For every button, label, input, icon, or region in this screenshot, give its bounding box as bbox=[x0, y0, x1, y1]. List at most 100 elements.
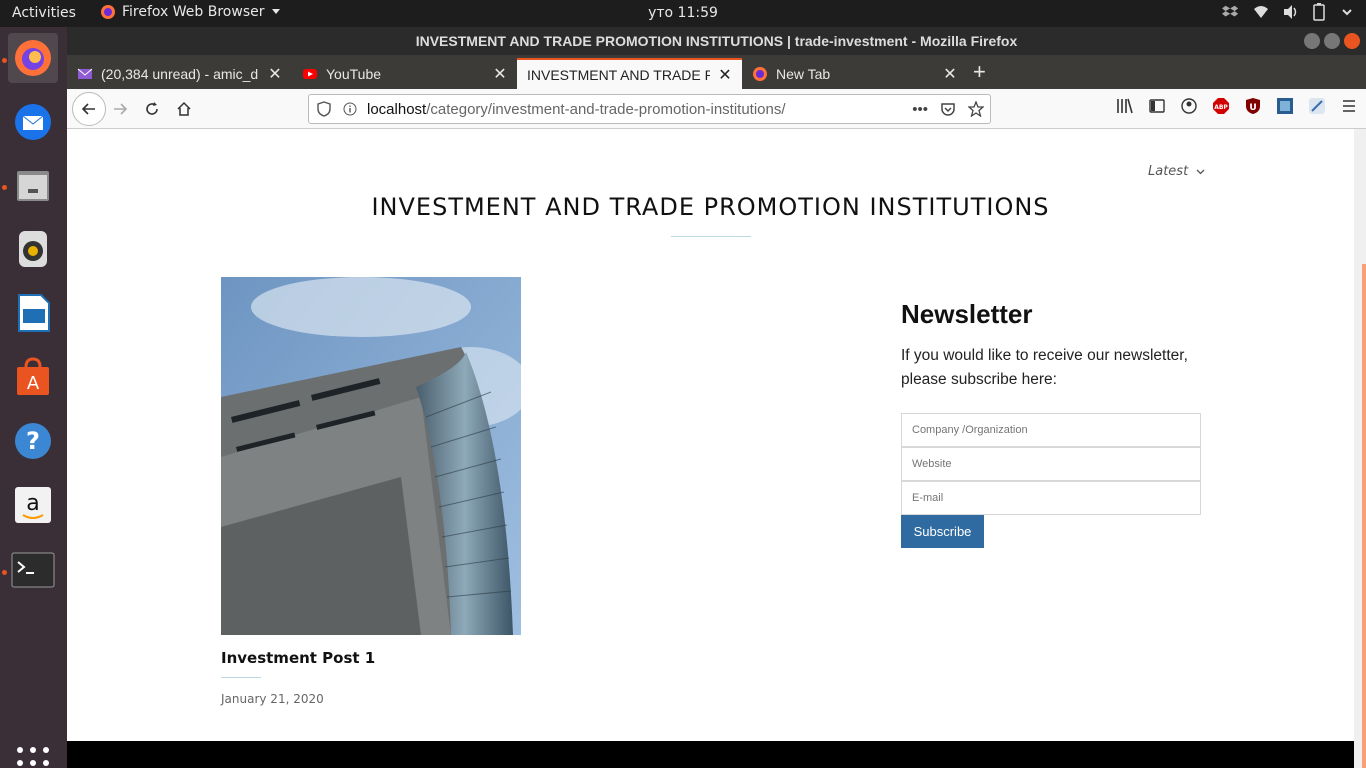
email-field[interactable] bbox=[901, 481, 1201, 515]
dock-amazon[interactable]: a bbox=[8, 480, 58, 530]
info-icon[interactable] bbox=[343, 102, 357, 116]
running-indicator bbox=[2, 58, 7, 63]
post-date: January 21, 2020 bbox=[221, 692, 324, 706]
subscribe-button[interactable]: Subscribe bbox=[901, 515, 984, 548]
svg-text:A: A bbox=[27, 373, 40, 394]
home-icon bbox=[177, 101, 191, 116]
shield-icon[interactable] bbox=[317, 101, 331, 117]
page-actions-icon[interactable]: ••• bbox=[912, 101, 928, 118]
dock-thunderbird[interactable] bbox=[8, 97, 58, 147]
tab-label: INVESTMENT AND TRADE P bbox=[527, 66, 710, 83]
url-path: /category/investment-and-trade-promotion… bbox=[426, 100, 786, 118]
toolbar-right: ABP U bbox=[1116, 97, 1358, 115]
sidebar-icon[interactable] bbox=[1148, 97, 1166, 115]
library-icon[interactable] bbox=[1116, 97, 1134, 115]
tab-mail[interactable]: (20,384 unread) - amic_d ✕ bbox=[67, 58, 292, 89]
url-host: localhost bbox=[367, 100, 427, 118]
dock: A ? a bbox=[0, 27, 67, 779]
svg-text:ABP: ABP bbox=[1214, 104, 1228, 111]
forward-button[interactable] bbox=[106, 95, 134, 123]
chevron-down-icon bbox=[1196, 169, 1205, 175]
extension-icon[interactable] bbox=[1276, 97, 1294, 115]
close-window-button[interactable] bbox=[1344, 33, 1360, 49]
window-title-bar: INVESTMENT AND TRADE PROMOTION INSTITUTI… bbox=[67, 27, 1366, 55]
power-menu-icon[interactable] bbox=[1338, 3, 1356, 21]
back-button[interactable] bbox=[72, 92, 106, 126]
rhythmbox-icon bbox=[19, 231, 47, 267]
tab-investment[interactable]: INVESTMENT AND TRADE P ✕ bbox=[517, 58, 742, 89]
account-icon[interactable] bbox=[1180, 97, 1198, 115]
running-indicator bbox=[2, 570, 7, 575]
firefox-icon bbox=[753, 66, 767, 81]
dock-help[interactable]: ? bbox=[8, 416, 58, 466]
new-tab-button[interactable]: + bbox=[973, 61, 986, 83]
dock-software[interactable]: A bbox=[8, 352, 58, 402]
volume-icon[interactable] bbox=[1282, 3, 1300, 21]
reload-button[interactable] bbox=[138, 95, 166, 123]
url-bar[interactable]: localhost/category/investment-and-trade-… bbox=[308, 94, 991, 124]
maximize-button[interactable] bbox=[1324, 33, 1340, 49]
menu-icon[interactable] bbox=[1340, 97, 1358, 115]
arrow-right-icon bbox=[114, 103, 128, 115]
pocket-icon[interactable] bbox=[940, 101, 956, 117]
amazon-icon: a bbox=[15, 487, 51, 523]
close-tab-icon[interactable]: ✕ bbox=[493, 64, 507, 84]
dock-files[interactable] bbox=[8, 160, 58, 210]
show-applications-button[interactable] bbox=[17, 747, 49, 779]
page-footer bbox=[67, 741, 1354, 768]
svg-text:a: a bbox=[26, 491, 39, 516]
post-title-link[interactable]: Investment Post 1 bbox=[221, 649, 375, 667]
libreoffice-writer-icon bbox=[18, 294, 50, 332]
tab-bar: (20,384 unread) - amic_d ✕ YouTube ✕ INV… bbox=[67, 55, 1366, 89]
minimize-button[interactable] bbox=[1304, 33, 1320, 49]
help-icon: ? bbox=[15, 423, 51, 459]
extension-icon[interactable] bbox=[1308, 97, 1326, 115]
tab-label: YouTube bbox=[326, 65, 382, 82]
tab-youtube[interactable]: YouTube ✕ bbox=[292, 58, 517, 89]
post-divider bbox=[221, 677, 261, 678]
dock-terminal[interactable] bbox=[8, 545, 58, 595]
navigation-toolbar: localhost/category/investment-and-trade-… bbox=[67, 89, 1366, 129]
svg-text:?: ? bbox=[26, 427, 40, 455]
clock[interactable]: уто 11:59 bbox=[0, 5, 1366, 21]
sort-dropdown[interactable]: Latest bbox=[1148, 164, 1205, 179]
post-thumbnail[interactable] bbox=[221, 277, 521, 635]
terminal-icon bbox=[11, 552, 55, 588]
close-tab-icon[interactable]: ✕ bbox=[718, 65, 732, 85]
dock-firefox[interactable] bbox=[8, 33, 58, 83]
svg-text:U: U bbox=[1249, 103, 1256, 113]
newsletter-title: Newsletter bbox=[901, 299, 1033, 329]
thunderbird-icon bbox=[15, 104, 51, 140]
website-field[interactable] bbox=[901, 447, 1201, 481]
tab-newtab[interactable]: New Tab ✕ bbox=[742, 58, 967, 89]
close-tab-icon[interactable]: ✕ bbox=[268, 64, 282, 84]
ublock-icon[interactable]: U bbox=[1244, 97, 1262, 115]
dock-writer[interactable] bbox=[8, 288, 58, 338]
system-tray[interactable] bbox=[1222, 3, 1356, 21]
dock-rhythmbox[interactable] bbox=[8, 224, 58, 274]
title-divider bbox=[671, 236, 751, 237]
page-scrollbar[interactable] bbox=[1354, 129, 1366, 768]
scrollbar-thumb[interactable] bbox=[1362, 264, 1366, 768]
running-indicator bbox=[2, 185, 7, 190]
wifi-icon[interactable] bbox=[1252, 3, 1270, 21]
sort-label: Latest bbox=[1148, 164, 1189, 179]
close-tab-icon[interactable]: ✕ bbox=[943, 64, 957, 84]
tab-label: New Tab bbox=[776, 65, 831, 82]
mail-icon bbox=[77, 68, 93, 79]
page-content: Latest INVESTMENT AND TRADE PROMOTION IN… bbox=[67, 129, 1354, 741]
home-button[interactable] bbox=[170, 95, 198, 123]
system-top-bar: Activities Firefox Web Browser уто 11:59 bbox=[0, 0, 1366, 27]
adblock-plus-icon[interactable]: ABP bbox=[1212, 97, 1230, 115]
company-field[interactable] bbox=[901, 413, 1201, 447]
youtube-icon bbox=[303, 68, 317, 79]
dropbox-icon[interactable] bbox=[1222, 3, 1240, 21]
page-title: INVESTMENT AND TRADE PROMOTION INSTITUTI… bbox=[371, 193, 1050, 221]
bookmark-star-icon[interactable] bbox=[968, 101, 984, 117]
reload-icon bbox=[146, 102, 158, 115]
newsletter-description: If you would like to receive our newslet… bbox=[901, 347, 1188, 388]
files-icon bbox=[17, 171, 49, 201]
arrow-left-icon bbox=[81, 103, 95, 115]
battery-icon[interactable] bbox=[1312, 3, 1326, 21]
tab-label: (20,384 unread) - amic_d bbox=[101, 65, 259, 82]
